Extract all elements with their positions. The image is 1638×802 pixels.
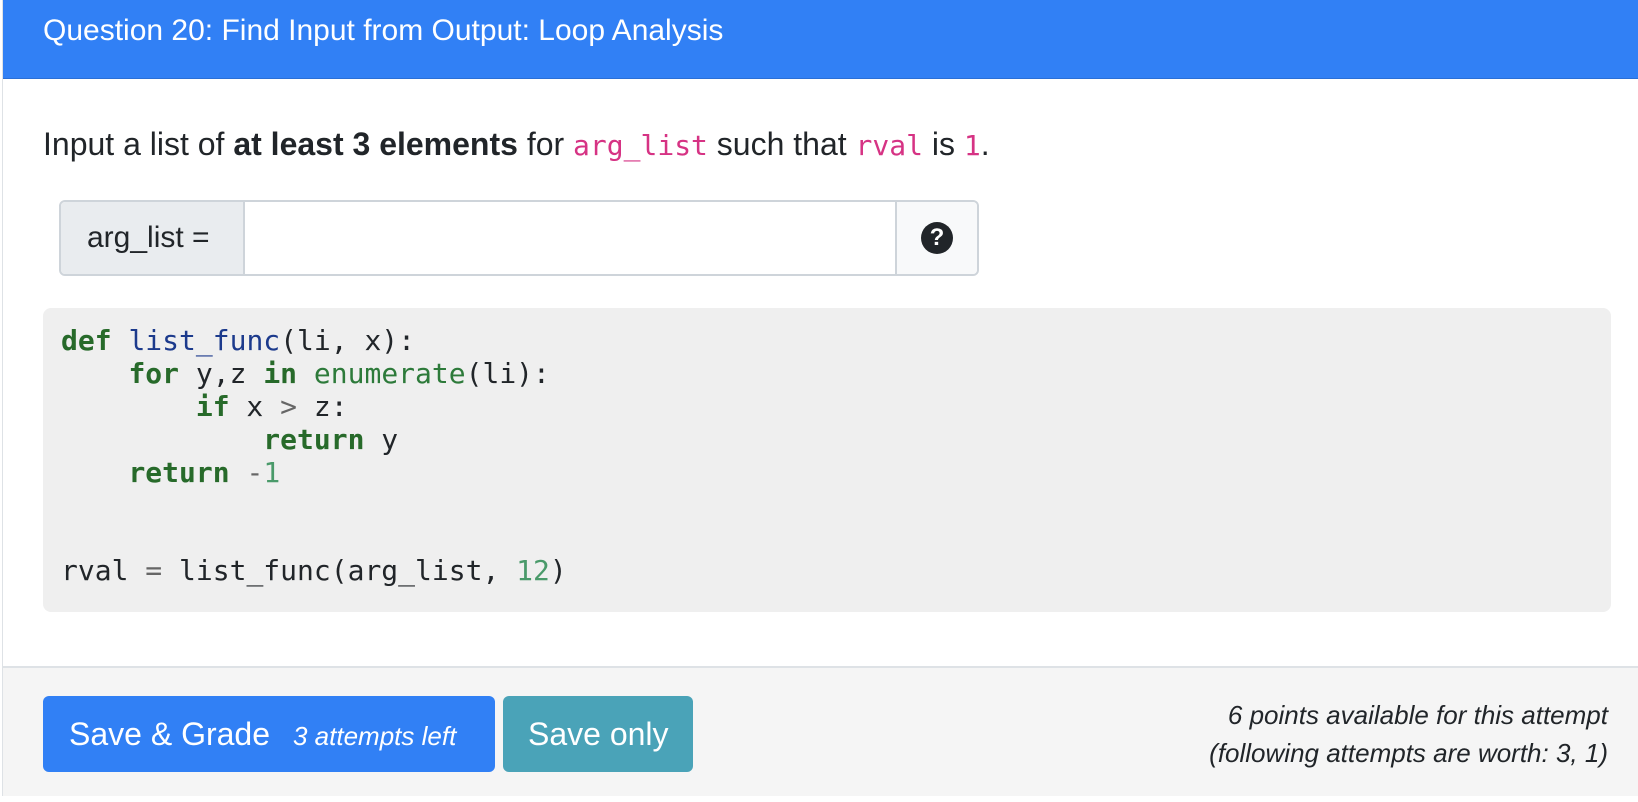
code-line: return y [263, 423, 399, 456]
save-only-button[interactable]: Save only [503, 696, 693, 772]
prompt-text-3: such that [707, 126, 856, 162]
prompt-text-4: is [922, 126, 964, 162]
arg-list-input[interactable] [245, 202, 897, 274]
points-info: 6 points available for this attempt (fol… [1209, 696, 1608, 772]
prompt-code-arg-list: arg_list [573, 129, 708, 162]
help-button[interactable]: ? [895, 202, 977, 274]
prompt-code-rval: rval [855, 129, 923, 162]
prompt-text-1: Input a list of [43, 126, 234, 162]
arg-list-label: arg_list = [61, 202, 245, 274]
points-following: (following attempts are worth: 3, 1) [1209, 738, 1608, 768]
prompt-bold: at least 3 elements [233, 126, 518, 162]
question-header: Question 20: Find Input from Output: Loo… [3, 0, 1638, 79]
question-circle-icon: ? [921, 222, 953, 254]
code-line: return -1 [128, 456, 281, 489]
prompt-text-5: . [980, 126, 990, 162]
save-and-grade-button[interactable]: Save & Grade 3 attempts left [43, 696, 495, 772]
arg-list-input-group: arg_list = ? [59, 200, 979, 276]
prompt-text-2: for [517, 126, 574, 162]
code-line: def list_func(li, x): [61, 324, 416, 357]
prompt-code-value: 1 [963, 129, 981, 162]
question-prompt: Input a list of at least 3 elements for … [43, 124, 990, 166]
question-card: Question 20: Find Input from Output: Loo… [2, 0, 1638, 796]
save-only-label: Save only [528, 716, 669, 752]
code-line: for y,z in enumerate(li): [128, 357, 550, 390]
question-footer: Save & Grade 3 attempts left Save only 6… [3, 666, 1638, 796]
code-block: def list_func(li, x): for y,z in enumera… [43, 308, 1611, 612]
points-available: 6 points available for this attempt [1227, 700, 1608, 730]
attempts-left-label: 3 attempts left [293, 721, 457, 751]
question-title: Question 20: Find Input from Output: Loo… [43, 14, 724, 47]
save-and-grade-label: Save & Grade [69, 716, 270, 752]
code-line: rval = list_func(arg_list, 12) [61, 554, 567, 587]
code-line: if x > z: [195, 390, 348, 423]
